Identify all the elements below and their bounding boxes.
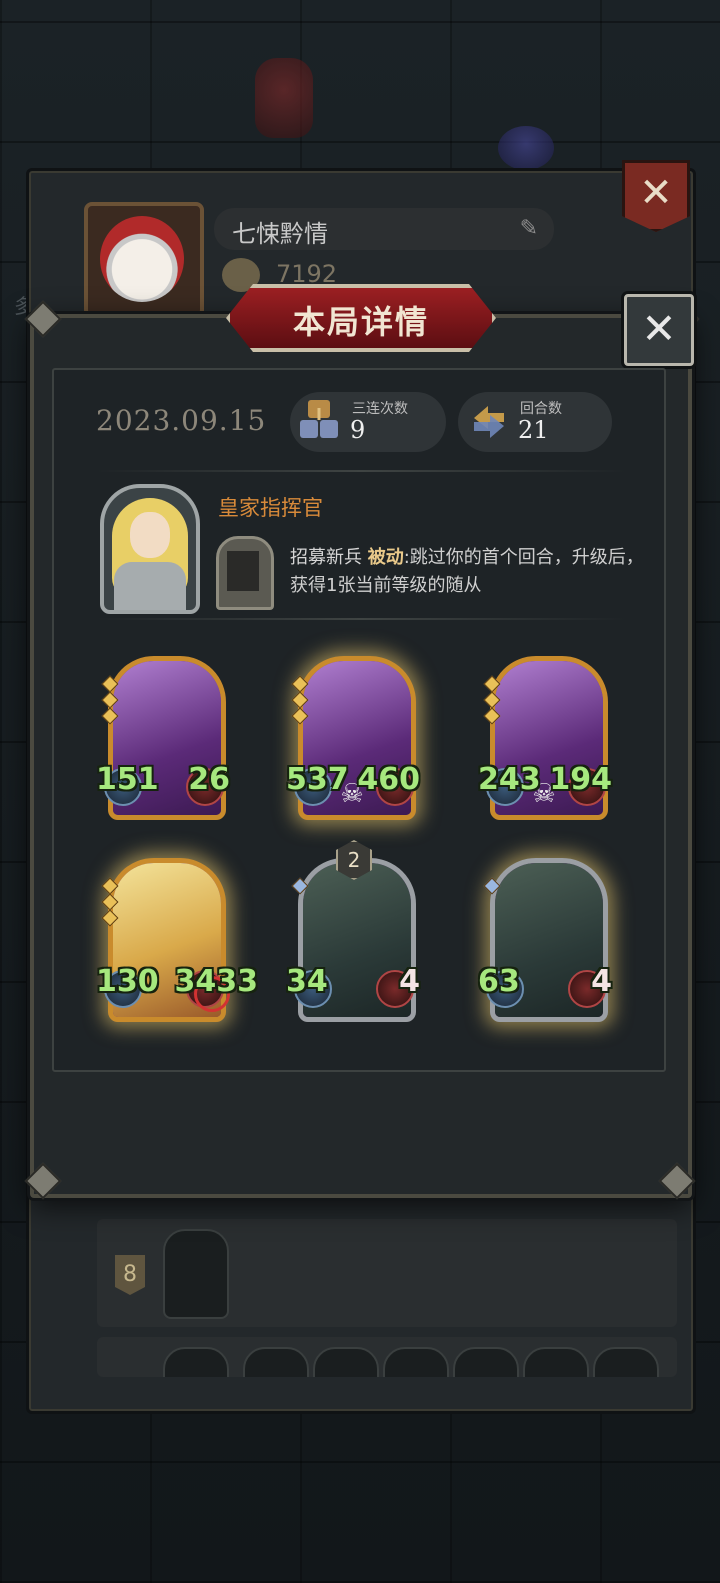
title-banner: 本局详情: [226, 284, 496, 352]
history-row[interactable]: [97, 1337, 677, 1377]
skill-icon[interactable]: [216, 536, 274, 610]
round-count-value: 21: [518, 416, 549, 444]
triple-cubes-icon: [300, 400, 338, 438]
round-count-label: 回合数: [520, 401, 562, 417]
unit-health: 4: [591, 964, 612, 999]
skill-icon-art: [227, 551, 259, 591]
rank-badge: 8: [115, 1255, 145, 1295]
coin-count: 7192: [276, 260, 338, 288]
match-date: 2023.09.15: [96, 404, 267, 437]
unit-card[interactable]: 130 3433: [96, 858, 258, 1022]
history-card: [163, 1347, 229, 1377]
divider: [96, 618, 626, 620]
hero-armor: [114, 562, 186, 610]
cycle-arrows-icon: [474, 406, 504, 438]
player-name: 七悚黔情: [232, 220, 328, 248]
unit-card[interactable]: ☠ 243 194: [478, 656, 612, 820]
close-button[interactable]: ✕: [624, 294, 694, 366]
history-card: [313, 1347, 379, 1377]
triple-count-pill: 三连次数 9: [290, 392, 446, 452]
skill-name: 招募新兵: [290, 547, 362, 568]
triple-count-value: 9: [350, 416, 366, 444]
triple-count-label: 三连次数: [352, 401, 408, 417]
hero-face: [130, 512, 170, 558]
divider: [96, 470, 626, 472]
unit-health: 26: [188, 762, 230, 797]
hero-portrait[interactable]: [100, 484, 200, 614]
unit-card[interactable]: ☠ 537 460: [286, 656, 420, 820]
unit-health: 3433: [174, 964, 259, 999]
skill-type: 被动: [367, 547, 404, 568]
history-card: [383, 1347, 449, 1377]
unit-attack: 130: [96, 964, 159, 999]
hero-name: 皇家指挥官: [218, 496, 323, 520]
unit-attack: 243: [478, 762, 541, 797]
unit-health: 4: [399, 964, 420, 999]
unit-health: 460: [357, 762, 420, 797]
history-card: [593, 1347, 659, 1377]
history-card: [243, 1347, 309, 1377]
unit-attack: 34: [286, 964, 328, 999]
player-name-box[interactable]: 七悚黔情 ✎: [214, 208, 554, 250]
history-card: [453, 1347, 519, 1377]
modal-title: 本局详情: [292, 303, 429, 341]
unit-card[interactable]: 2 34 4: [286, 840, 420, 1022]
unit-attack: 151: [96, 762, 159, 797]
unit-health: 194: [549, 762, 612, 797]
history-card: [523, 1347, 589, 1377]
pencil-icon[interactable]: ✎: [520, 216, 538, 241]
red-lantern: [255, 58, 313, 138]
round-count-pill: 回合数 21: [458, 392, 612, 452]
unit-card[interactable]: 63 4: [478, 858, 612, 1022]
history-hero-icon: [163, 1229, 229, 1319]
history-row[interactable]: 8: [97, 1219, 677, 1327]
player-avatar[interactable]: [84, 202, 204, 318]
unit-attack: 537: [286, 762, 349, 797]
avatar-face: [100, 216, 184, 302]
skill-description: 招募新兵 被动:跳过你的首个回合，升级后，获得1张当前等级的随从: [290, 544, 650, 600]
unit-card[interactable]: 151 26: [96, 656, 230, 820]
blue-potion: [498, 126, 554, 170]
unit-attack: 63: [478, 964, 520, 999]
